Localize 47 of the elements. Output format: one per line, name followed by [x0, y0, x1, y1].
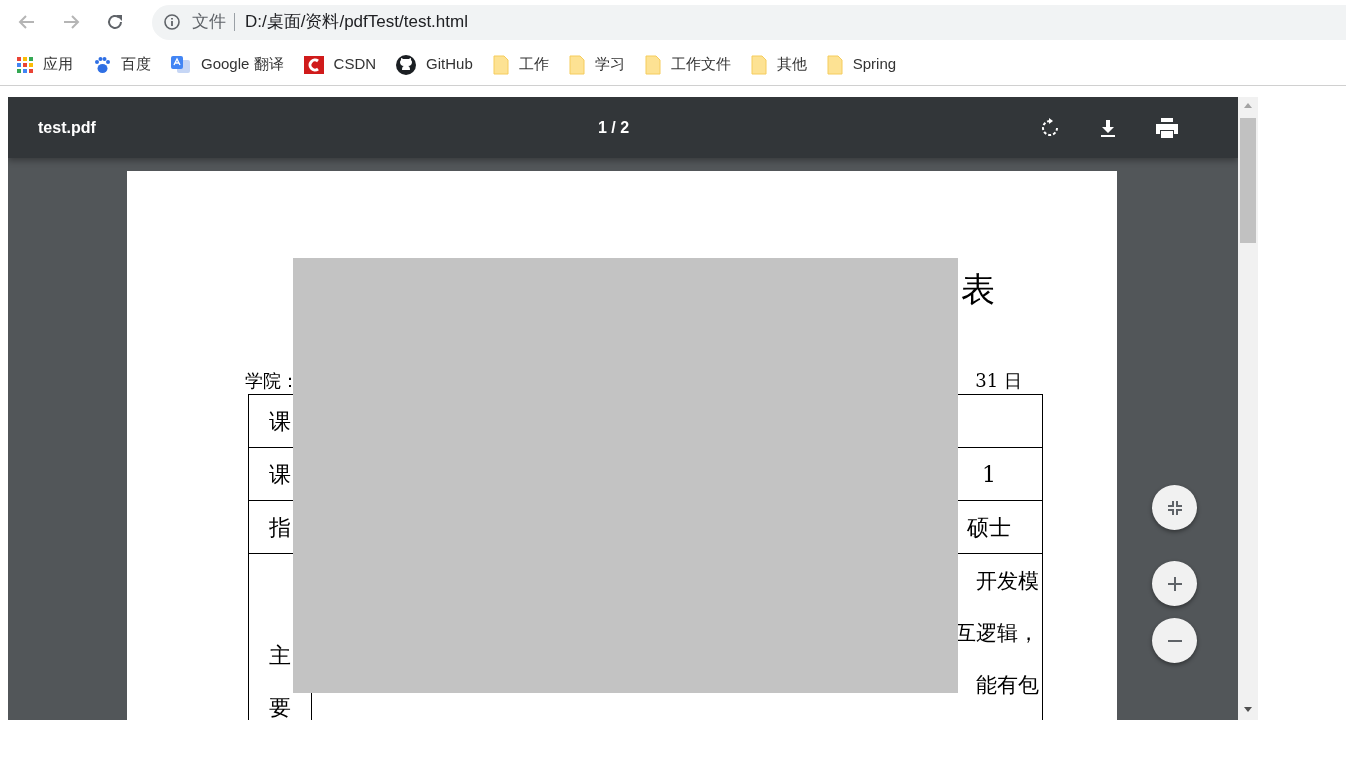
- csdn-logo-icon: [303, 55, 324, 74]
- minus-icon: [1166, 639, 1183, 642]
- translate-icon: [171, 55, 191, 74]
- document-title: 表: [961, 268, 995, 311]
- download-icon[interactable]: [1098, 117, 1118, 138]
- fit-button[interactable]: [1152, 485, 1197, 530]
- bookmark[interactable]: 应用: [17, 53, 73, 76]
- folder-icon: [826, 54, 843, 75]
- info-icon: [164, 14, 180, 30]
- header-date: 31 日: [975, 371, 1022, 391]
- table-cell-text: 课: [268, 460, 291, 489]
- apps-grid-icon: [17, 56, 33, 73]
- table-cell-text: 1: [981, 460, 997, 489]
- bookmark[interactable]: 工作文件: [644, 53, 731, 76]
- page-indicator: 1 / 2: [598, 117, 630, 138]
- paw-icon: [93, 55, 111, 74]
- bookmark[interactable]: 百度: [93, 53, 151, 76]
- table-cell-text: 硕士: [966, 513, 1012, 542]
- folder-icon: [644, 54, 661, 75]
- bookmark[interactable]: 其他: [750, 53, 807, 76]
- zoom-out-button[interactable]: [1152, 618, 1197, 663]
- folder-icon: [750, 54, 767, 75]
- header-label: 学院：: [245, 371, 299, 391]
- github-logo-icon: [396, 54, 417, 75]
- text-line: 能有包: [976, 672, 1039, 699]
- bookmark[interactable]: CSDN: [303, 53, 377, 76]
- bookmark[interactable]: Spring: [826, 53, 897, 76]
- file-name: test.pdf: [38, 117, 97, 138]
- table-cell-text: 指: [268, 513, 291, 542]
- text-line: 开发模: [976, 568, 1039, 595]
- bookmark[interactable]: Google 翻译: [171, 53, 284, 76]
- address-bar[interactable]: 文件 D:/桌面/资料/pdfTest/test.html: [152, 4, 1346, 40]
- folder-icon: [568, 54, 585, 75]
- print-icon[interactable]: [1156, 117, 1178, 138]
- scheme-label: 文件: [192, 13, 235, 31]
- table-cell-text: 要: [269, 694, 291, 720]
- bookmark[interactable]: 学习: [568, 53, 625, 76]
- table-cell-text: 课: [268, 407, 291, 436]
- rotate-icon[interactable]: [1040, 117, 1060, 138]
- folder-icon: [492, 54, 509, 75]
- bookmark[interactable]: GitHub: [396, 53, 473, 76]
- collapse-icon: [1166, 499, 1183, 516]
- zoom-in-button[interactable]: [1152, 561, 1197, 606]
- plus-icon: [1166, 575, 1183, 592]
- bookmark[interactable]: 工作: [492, 53, 549, 76]
- url-text: D:/桌面/资料/pdfTest/test.html: [245, 11, 468, 34]
- table-cell-text: 主: [269, 642, 291, 670]
